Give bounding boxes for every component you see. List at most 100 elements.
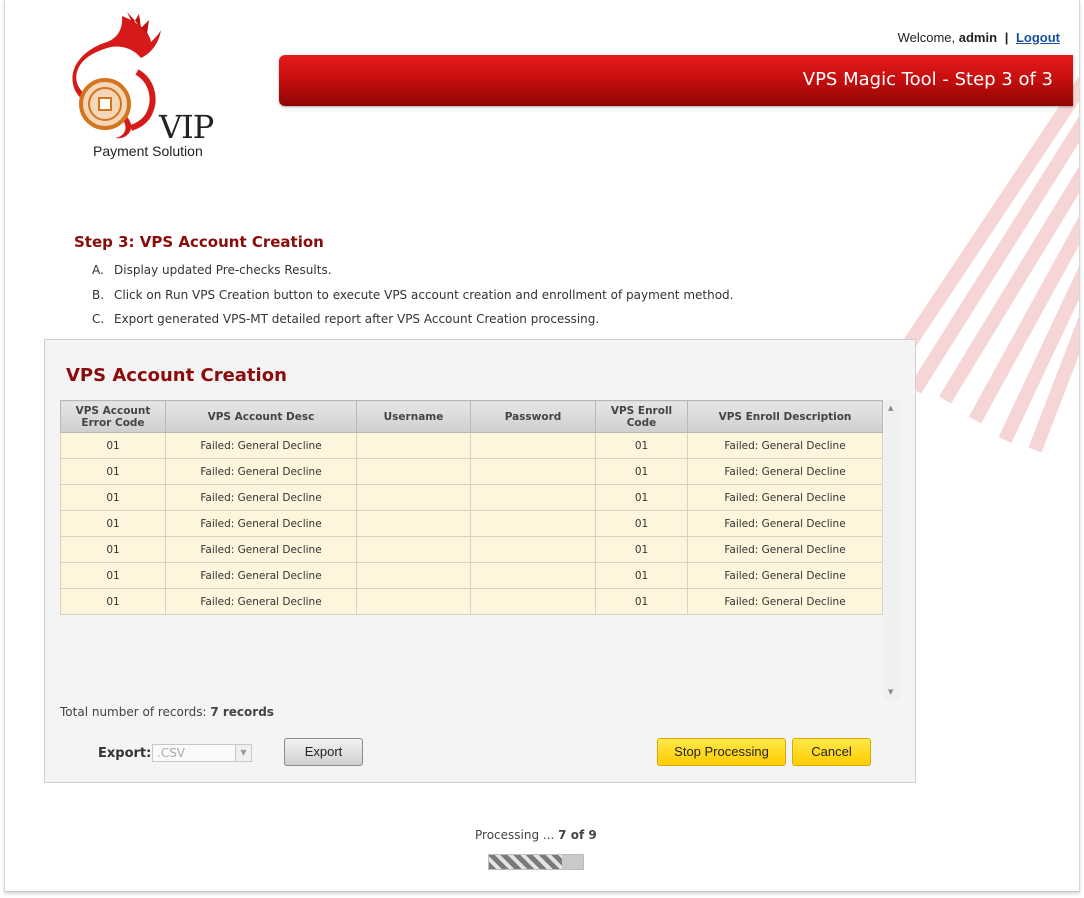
dragon-coin-icon [72,12,161,139]
page-title: VPS Magic Tool - Step 3 of 3 [802,69,1053,90]
table-cell: 01 [60,484,166,511]
table-cell: Failed: General Decline [165,432,357,459]
step-letter: A. [92,263,104,277]
processing-count: 7 of 9 [558,828,597,842]
table-cell [470,432,596,459]
table-cell: Failed: General Decline [165,458,357,485]
table-cell: 01 [60,536,166,563]
column-header[interactable]: Password [470,400,596,433]
logo-brand: VIP [159,108,214,146]
table-cell [470,484,596,511]
table-cell: 01 [595,484,688,511]
total-value: 7 records [210,705,274,719]
column-header[interactable]: VPS Account Error Code [60,400,166,433]
table-row[interactable]: 01 Failed: General Decline 01 Failed: Gener… [60,432,883,459]
table-cell: Failed: General Decline [687,510,883,537]
table-cell: 01 [595,536,688,563]
logout-link[interactable]: Logout [1016,30,1060,45]
table-cell [356,458,471,485]
stop-processing-button[interactable]: Stop Processing [657,738,786,766]
step-title: Step 3: VPS Account Creation [74,233,324,251]
table-cell: Failed: General Decline [165,484,357,511]
title-bar: VPS Magic Tool - Step 3 of 3 [279,55,1073,106]
table-row[interactable]: 01 Failed: General Decline 01 Failed: Gener… [60,562,883,589]
separator: | [1004,30,1009,45]
step-list: A. Display updated Pre-checks Results. B.… [92,263,733,337]
table-cell: 01 [595,432,688,459]
column-header[interactable]: VPS Account Desc [165,400,357,433]
table-cell [470,458,596,485]
progress-fill [489,855,563,869]
progress-bar [488,854,584,870]
logo-subtitle: Payment Solution [93,143,203,159]
processing-status: Processing ... 7 of 9 [475,828,597,842]
scroll-up-icon[interactable]: ▲ [888,404,893,412]
column-header[interactable]: VPS Enroll Code [595,400,688,433]
step-letter: B. [92,287,105,302]
table-cell [356,588,471,615]
processing-label: Processing ... [475,828,555,842]
table-cell [470,562,596,589]
welcome-bar: Welcome, admin | Logout [898,30,1060,45]
table-cell: Failed: General Decline [687,562,883,589]
table-cell: 01 [60,588,166,615]
table-cell [356,432,471,459]
table-cell [356,536,471,563]
table-cell: 01 [60,458,166,485]
table-row[interactable]: 01 Failed: General Decline 01 Failed: Gener… [60,588,883,615]
logo: VIP Payment Solution [67,8,227,168]
table-row[interactable]: 01 Failed: General Decline 01 Failed: Gener… [60,536,883,563]
chevron-down-icon[interactable]: ▼ [235,745,251,761]
table-row[interactable]: 01 Failed: General Decline 01 Failed: Gener… [60,510,883,537]
table-cell: Failed: General Decline [687,484,883,511]
welcome-prefix: Welcome, [897,30,956,45]
step-text: Click on Run VPS Creation button to exec… [114,287,734,302]
scroll-down-icon[interactable]: ▼ [888,688,893,696]
table-cell: 01 [595,458,688,485]
step-item: A. Display updated Pre-checks Results. [92,263,733,288]
total-label: Total number of records: [60,705,207,719]
column-header[interactable]: VPS Enroll Description [687,400,883,433]
table-cell: 01 [60,432,166,459]
table-cell [356,484,471,511]
export-button[interactable]: Export [284,738,363,766]
table-cell: 01 [60,510,166,537]
export-label: Export: [98,746,152,761]
table-cell: 01 [595,588,688,615]
export-format-select[interactable]: .CSV ▼ [152,744,252,762]
table-cell: Failed: General Decline [165,510,357,537]
table-cell: Failed: General Decline [687,588,883,615]
panel-title: VPS Account Creation [66,365,287,386]
step-item: B. Click on Run VPS Creation button to ex… [92,288,733,313]
export-format-value: .CSV [157,746,186,760]
table-cell [470,588,596,615]
table-cell [470,510,596,537]
table-cell: Failed: General Decline [165,536,357,563]
table-cell [356,562,471,589]
username: admin [958,30,998,45]
app-frame: VIP Payment Solution Welcome, admin | Lo… [4,0,1080,892]
table-cell: Failed: General Decline [687,536,883,563]
table-scrollbar[interactable]: ▲ ▼ [884,400,900,700]
results-table-container[interactable]: VPS Account Error Code VPS Account Desc … [60,400,900,700]
table-body: 01 Failed: General Decline 01 Failed: Gener… [60,432,883,615]
table-cell: 01 [60,562,166,589]
table-header-row: VPS Account Error Code VPS Account Desc … [60,400,883,433]
table-row[interactable]: 01 Failed: General Decline 01 Failed: Gener… [60,484,883,511]
table-cell [356,510,471,537]
cancel-button[interactable]: Cancel [792,738,871,766]
table-cell: Failed: General Decline [165,588,357,615]
table-row[interactable]: 01 Failed: General Decline 01 Failed: Gener… [60,458,883,485]
step-item: C. Export generated VPS-MT detailed repor… [92,312,733,337]
record-total: Total number of records: 7 records [60,705,274,719]
table-cell [470,536,596,563]
account-creation-panel: VPS Account Creation VPS Account Error C… [44,339,916,783]
table-cell: 01 [595,562,688,589]
column-header[interactable]: Username [356,400,471,433]
table-cell: Failed: General Decline [687,458,883,485]
step-text: Display updated Pre-checks Results. [114,263,332,277]
results-table: VPS Account Error Code VPS Account Desc … [60,400,883,615]
table-cell: Failed: General Decline [165,562,357,589]
table-cell: 01 [595,510,688,537]
step-letter: C. [92,312,105,326]
